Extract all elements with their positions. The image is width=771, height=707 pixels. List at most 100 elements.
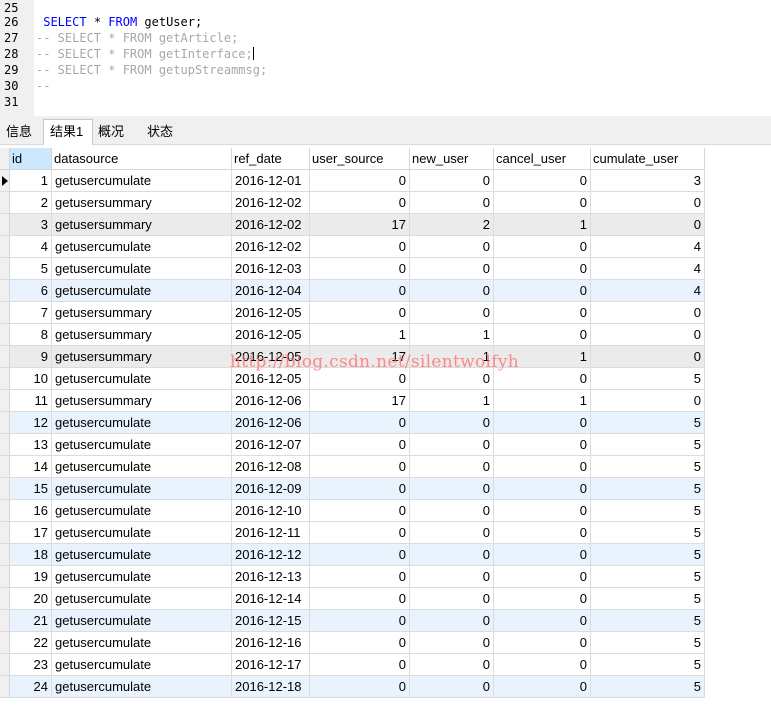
- table-row[interactable]: 2 getusersummary 2016-12-02 0 0 0 0: [0, 192, 705, 214]
- cell-cancel-user[interactable]: 0: [494, 302, 591, 324]
- table-row[interactable]: 3 getusersummary 2016-12-02 17 2 1 0: [0, 214, 705, 236]
- cell-ref-date[interactable]: 2016-12-18: [232, 676, 310, 698]
- code-line[interactable]: 31: [0, 94, 771, 110]
- cell-id[interactable]: 6: [10, 280, 52, 302]
- row-selector[interactable]: [0, 632, 10, 654]
- table-row[interactable]: 17 getusercumulate 2016-12-11 0 0 0 5: [0, 522, 705, 544]
- table-row[interactable]: 19 getusercumulate 2016-12-13 0 0 0 5: [0, 566, 705, 588]
- column-header-ref-date[interactable]: ref_date: [232, 148, 310, 170]
- cell-cancel-user[interactable]: 0: [494, 588, 591, 610]
- cell-id[interactable]: 24: [10, 676, 52, 698]
- cell-cumulate-user[interactable]: 5: [591, 566, 705, 588]
- table-row[interactable]: 22 getusercumulate 2016-12-16 0 0 0 5: [0, 632, 705, 654]
- cell-user-source[interactable]: 0: [310, 412, 410, 434]
- cell-cumulate-user[interactable]: 0: [591, 192, 705, 214]
- cell-new-user[interactable]: 0: [410, 500, 494, 522]
- cell-ref-date[interactable]: 2016-12-05: [232, 346, 310, 368]
- cell-datasource[interactable]: getusercumulate: [52, 456, 232, 478]
- cell-datasource[interactable]: getusercumulate: [52, 588, 232, 610]
- code-line[interactable]: 27 -- SELECT * FROM getArticle;: [0, 30, 771, 46]
- column-header-new-user[interactable]: new_user: [410, 148, 494, 170]
- cell-new-user[interactable]: 0: [410, 302, 494, 324]
- cell-id[interactable]: 15: [10, 478, 52, 500]
- cell-cancel-user[interactable]: 0: [494, 676, 591, 698]
- cell-cumulate-user[interactable]: 5: [591, 522, 705, 544]
- cell-ref-date[interactable]: 2016-12-06: [232, 390, 310, 412]
- cell-user-source[interactable]: 0: [310, 258, 410, 280]
- cell-ref-date[interactable]: 2016-12-01: [232, 170, 310, 192]
- row-selector[interactable]: [0, 236, 10, 258]
- cell-cumulate-user[interactable]: 0: [591, 214, 705, 236]
- cell-id[interactable]: 19: [10, 566, 52, 588]
- cell-new-user[interactable]: 2: [410, 214, 494, 236]
- cell-datasource[interactable]: getusersummary: [52, 302, 232, 324]
- cell-user-source[interactable]: 0: [310, 170, 410, 192]
- cell-ref-date[interactable]: 2016-12-08: [232, 456, 310, 478]
- cell-ref-date[interactable]: 2016-12-13: [232, 566, 310, 588]
- row-selector[interactable]: [0, 302, 10, 324]
- row-selector[interactable]: [0, 478, 10, 500]
- cell-id[interactable]: 8: [10, 324, 52, 346]
- cell-cumulate-user[interactable]: 0: [591, 324, 705, 346]
- cell-ref-date[interactable]: 2016-12-12: [232, 544, 310, 566]
- cell-cancel-user[interactable]: 0: [494, 280, 591, 302]
- cell-cumulate-user[interactable]: 5: [591, 368, 705, 390]
- cell-cancel-user[interactable]: 0: [494, 522, 591, 544]
- row-selector[interactable]: [0, 346, 10, 368]
- row-selector[interactable]: [0, 456, 10, 478]
- cell-cumulate-user[interactable]: 5: [591, 544, 705, 566]
- cell-ref-date[interactable]: 2016-12-03: [232, 258, 310, 280]
- row-selector[interactable]: [0, 170, 10, 192]
- cell-cumulate-user[interactable]: 0: [591, 346, 705, 368]
- table-row[interactable]: 15 getusercumulate 2016-12-09 0 0 0 5: [0, 478, 705, 500]
- cell-cancel-user[interactable]: 1: [494, 214, 591, 236]
- cell-ref-date[interactable]: 2016-12-04: [232, 280, 310, 302]
- cell-cancel-user[interactable]: 0: [494, 632, 591, 654]
- cell-id[interactable]: 14: [10, 456, 52, 478]
- row-selector[interactable]: [0, 390, 10, 412]
- cell-user-source[interactable]: 1: [310, 324, 410, 346]
- tab-3[interactable]: 状态: [141, 120, 187, 144]
- cell-user-source[interactable]: 0: [310, 302, 410, 324]
- row-selector[interactable]: [0, 500, 10, 522]
- cell-cancel-user[interactable]: 0: [494, 170, 591, 192]
- cell-ref-date[interactable]: 2016-12-02: [232, 192, 310, 214]
- cell-cancel-user[interactable]: 0: [494, 610, 591, 632]
- cell-cumulate-user[interactable]: 5: [591, 654, 705, 676]
- cell-ref-date[interactable]: 2016-12-15: [232, 610, 310, 632]
- row-selector[interactable]: [0, 214, 10, 236]
- cell-id[interactable]: 10: [10, 368, 52, 390]
- cell-id[interactable]: 21: [10, 610, 52, 632]
- code-line[interactable]: 28 -- SELECT * FROM getInterface;: [0, 46, 771, 62]
- cell-user-source[interactable]: 0: [310, 632, 410, 654]
- row-selector[interactable]: [0, 588, 10, 610]
- cell-datasource[interactable]: getusercumulate: [52, 434, 232, 456]
- cell-datasource[interactable]: getusercumulate: [52, 566, 232, 588]
- cell-cancel-user[interactable]: 0: [494, 192, 591, 214]
- row-selector[interactable]: [0, 368, 10, 390]
- cell-cumulate-user[interactable]: 5: [591, 632, 705, 654]
- cell-id[interactable]: 7: [10, 302, 52, 324]
- cell-user-source[interactable]: 17: [310, 390, 410, 412]
- cell-user-source[interactable]: 0: [310, 566, 410, 588]
- sql-editor[interactable]: 25 26 SELECT * FROM getUser; 27 -- SELECT *…: [0, 0, 771, 116]
- cell-new-user[interactable]: 0: [410, 610, 494, 632]
- cell-user-source[interactable]: 0: [310, 654, 410, 676]
- cell-datasource[interactable]: getusersummary: [52, 346, 232, 368]
- cell-ref-date[interactable]: 2016-12-10: [232, 500, 310, 522]
- row-selector[interactable]: [0, 522, 10, 544]
- cell-cumulate-user[interactable]: 5: [591, 434, 705, 456]
- cell-user-source[interactable]: 0: [310, 456, 410, 478]
- cell-id[interactable]: 12: [10, 412, 52, 434]
- cell-cancel-user[interactable]: 0: [494, 566, 591, 588]
- cell-cancel-user[interactable]: 0: [494, 412, 591, 434]
- cell-datasource[interactable]: getusercumulate: [52, 522, 232, 544]
- cell-ref-date[interactable]: 2016-12-14: [232, 588, 310, 610]
- cell-id[interactable]: 20: [10, 588, 52, 610]
- cell-user-source[interactable]: 0: [310, 522, 410, 544]
- cell-datasource[interactable]: getusersummary: [52, 192, 232, 214]
- row-selector[interactable]: [0, 544, 10, 566]
- table-row[interactable]: 4 getusercumulate 2016-12-02 0 0 0 4: [0, 236, 705, 258]
- cell-new-user[interactable]: 0: [410, 280, 494, 302]
- cell-datasource[interactable]: getusercumulate: [52, 676, 232, 698]
